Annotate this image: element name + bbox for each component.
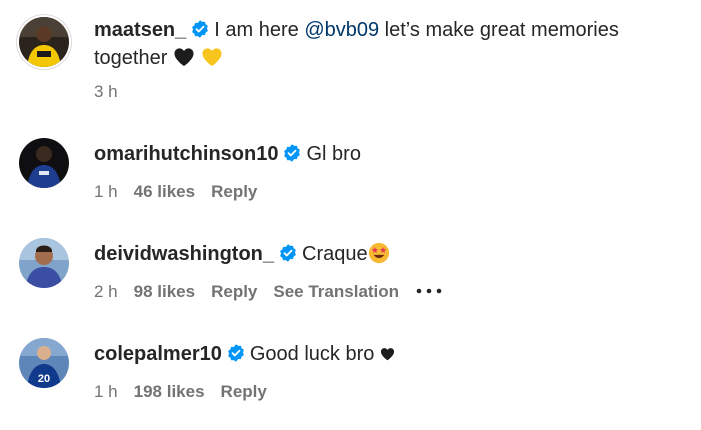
avatar[interactable]: 20 — [19, 338, 69, 388]
timestamp: 3 h — [94, 82, 118, 101]
more-options-icon[interactable] — [415, 286, 443, 296]
black-heart-icon — [380, 348, 394, 361]
comment-text-line: deividwashington_ Craque — [94, 240, 684, 268]
timestamp: 1 h — [94, 382, 118, 401]
verified-badge-icon — [280, 244, 296, 262]
svg-text:20: 20 — [38, 373, 50, 385]
caption-text: maatsen_ I am here @bvb09 let’s make grea… — [94, 16, 684, 72]
verified-badge-icon — [284, 144, 301, 162]
avatar-image: 20 — [19, 338, 69, 388]
avatar[interactable] — [19, 238, 69, 288]
comment-meta: 1 h 46 likes Reply — [94, 181, 273, 203]
caption-meta: 3 h — [94, 81, 134, 103]
comment-text: Gl bro — [306, 143, 361, 165]
verified-badge-icon — [192, 20, 209, 38]
comment-meta: 2 h 98 likes Reply See Translation — [94, 281, 443, 303]
caption-text-before: I am here — [214, 19, 305, 41]
reply-button[interactable]: Reply — [221, 381, 267, 403]
see-translation-button[interactable]: See Translation — [273, 281, 399, 303]
comment-meta: 1 h 198 likes Reply — [94, 381, 283, 403]
comment-text-line: colepalmer10 Good luck bro — [94, 340, 684, 368]
username[interactable]: deividwashington_ — [94, 243, 274, 265]
likes-count[interactable]: 198 likes — [134, 381, 205, 403]
likes-count[interactable]: 46 likes — [134, 181, 195, 203]
yellow-heart-icon — [201, 48, 222, 67]
avatar-image — [19, 238, 69, 288]
avatar[interactable] — [19, 138, 69, 188]
avatar[interactable] — [19, 17, 69, 67]
comment-text: Good luck bro — [249, 343, 375, 365]
mention-link[interactable]: @bvb09 — [304, 19, 379, 41]
username[interactable]: maatsen_ — [94, 19, 186, 41]
black-heart-icon — [174, 48, 194, 67]
verified-badge-icon — [228, 344, 244, 362]
timestamp: 1 h — [94, 182, 118, 201]
username[interactable]: colepalmer10 — [94, 343, 222, 365]
avatar-image — [19, 17, 69, 67]
username[interactable]: omarihutchinson10 — [94, 143, 278, 165]
comment-text: Craque — [302, 243, 368, 265]
timestamp: 2 h — [94, 282, 118, 301]
avatar-image — [19, 138, 69, 188]
comment-text-line: omarihutchinson10 Gl bro — [94, 140, 684, 168]
reply-button[interactable]: Reply — [211, 181, 257, 203]
reply-button[interactable]: Reply — [211, 281, 257, 303]
likes-count[interactable]: 98 likes — [134, 281, 195, 303]
star-struck-icon — [368, 242, 389, 264]
